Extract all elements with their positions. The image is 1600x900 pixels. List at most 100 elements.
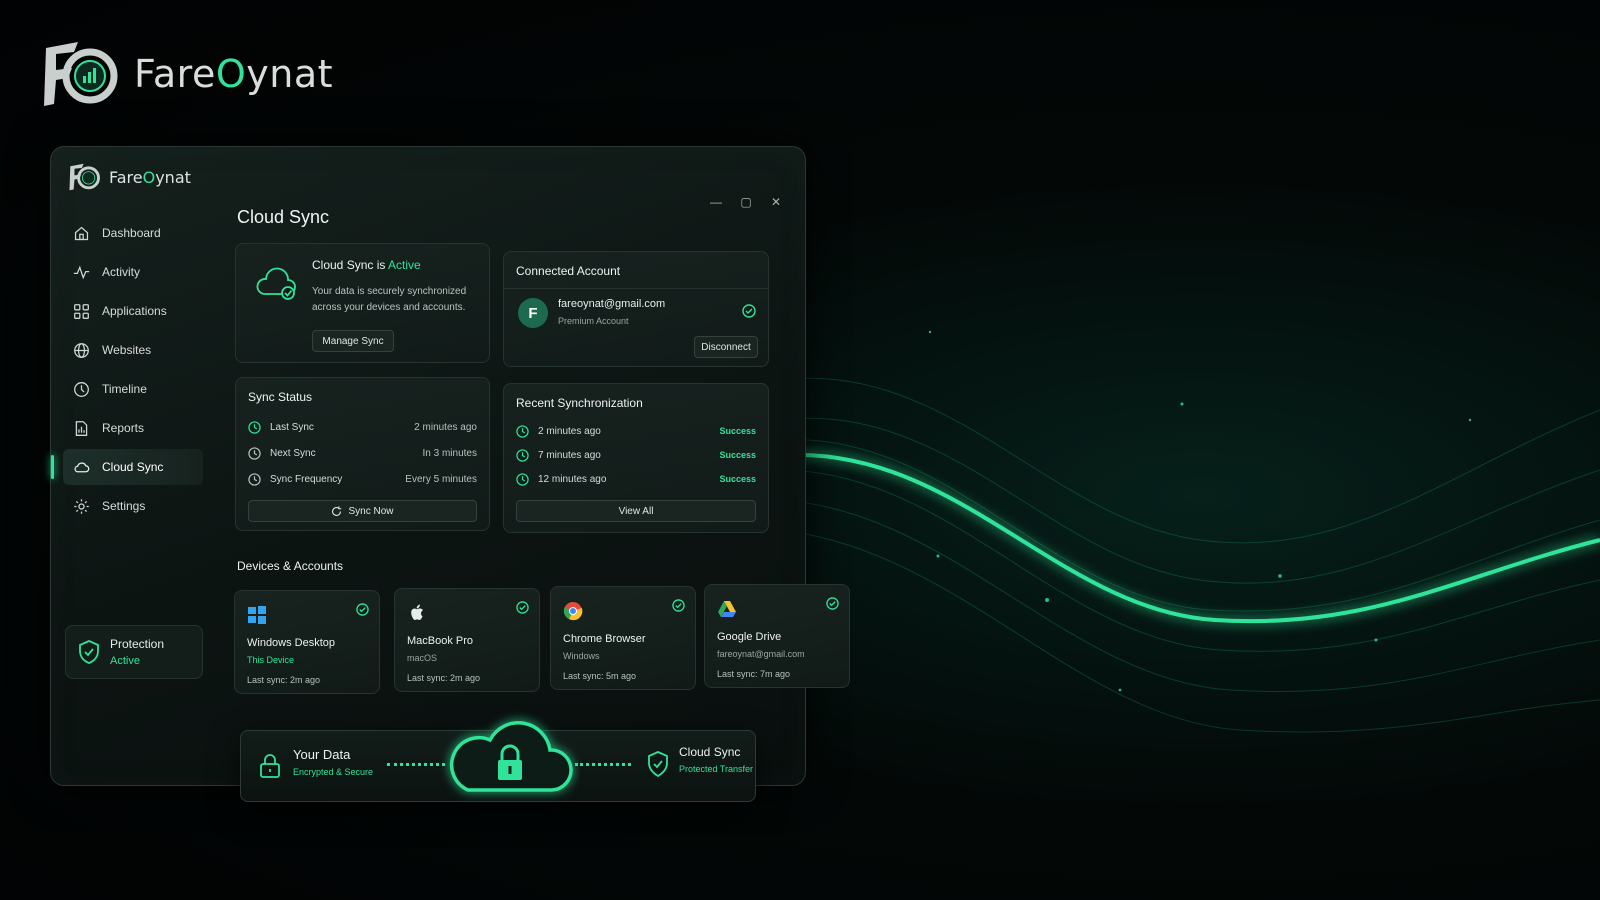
brand-name-large: FareOynat <box>134 52 334 96</box>
avatar: F <box>518 298 548 328</box>
sidebar-item-dashboard[interactable]: Dashboard <box>63 215 203 251</box>
sidebar-item-label: Timeline <box>102 382 147 396</box>
device-card-google-drive[interactable]: Google Drive fareoynat@gmail.com Last sy… <box>704 584 850 688</box>
divider <box>504 288 768 289</box>
sidebar-item-timeline[interactable]: Timeline <box>63 371 203 407</box>
sync-status-card: Sync Status Last Sync 2 minutes ago Next… <box>235 377 490 531</box>
disconnect-button[interactable]: Disconnect <box>694 336 758 358</box>
pulse-icon <box>73 265 90 279</box>
check-circle-icon <box>356 603 369 616</box>
lock-icon <box>260 754 280 778</box>
device-card-windows[interactable]: Windows Desktop This Device Last sync: 2… <box>234 590 380 694</box>
sidebar-item-activity[interactable]: Activity <box>63 254 203 290</box>
device-card-chrome[interactable]: Chrome Browser Windows Last sync: 5m ago <box>550 586 696 690</box>
sidebar-item-label: Applications <box>102 304 167 318</box>
recent-sync-row: 2 minutes ago Success <box>516 422 756 440</box>
clock-icon <box>516 424 529 438</box>
sidebar-item-cloud-sync[interactable]: Cloud Sync <box>51 449 203 485</box>
device-last-sync: Last sync: 7m ago <box>717 669 791 679</box>
banner-right-subtitle: Protected Transfer <box>679 764 754 774</box>
sync-status-row: Last Sync 2 minutes ago <box>248 418 477 436</box>
connected-account-card: Connected Account F fareoynat@gmail.com … <box>503 251 769 367</box>
device-card-macbook[interactable]: MacBook Pro macOS Last sync: 2m ago <box>394 588 540 692</box>
shield-check-icon <box>648 751 668 777</box>
apps-icon <box>74 303 89 319</box>
sidebar-item-label: Settings <box>102 499 146 513</box>
brand-name-small: FareOynat <box>109 167 191 187</box>
protection-status-text: Active <box>110 655 140 667</box>
status-badge: Success <box>719 426 756 436</box>
devices-title: Devices & Accounts <box>237 559 344 573</box>
sync-active-description: Your data is securely synchronized acros… <box>312 286 467 313</box>
cloud-lock-icon <box>449 721 573 792</box>
transfer-dots-left <box>387 763 445 766</box>
reports-icon <box>75 420 88 436</box>
button-label: Sync Now <box>348 505 394 517</box>
row-label: Sync Frequency <box>270 473 343 485</box>
view-all-button[interactable]: View All <box>516 500 756 522</box>
card-title: Connected Account <box>516 264 621 278</box>
globe-icon <box>74 342 89 358</box>
minimize-button[interactable]: — <box>709 195 723 209</box>
sidebar-item-reports[interactable]: Reports <box>63 410 203 446</box>
sidebar-item-label: Reports <box>102 421 145 435</box>
sidebar-item-label: Dashboard <box>102 226 161 240</box>
device-last-sync: Last sync: 5m ago <box>563 671 637 681</box>
check-circle-icon <box>826 597 839 610</box>
banner-left-subtitle: Encrypted & Secure <box>293 767 374 777</box>
device-subtitle: macOS <box>407 653 438 663</box>
cloud-check-icon <box>256 267 296 300</box>
device-name: Chrome Browser <box>563 633 646 645</box>
cloud-icon <box>74 461 90 472</box>
sidebar-item-label: Websites <box>102 343 152 357</box>
apple-icon <box>411 604 423 620</box>
sidebar: FareOynat Dashboard Activity Application… <box>51 147 221 785</box>
chrome-icon <box>563 602 583 621</box>
close-button[interactable]: ✕ <box>769 195 783 209</box>
sync-active-heading: Cloud Sync is Active <box>312 258 421 272</box>
sidebar-item-websites[interactable]: Websites <box>63 332 203 368</box>
brand-logo-large: FareOynat <box>38 38 333 110</box>
clock-icon <box>248 446 261 460</box>
sidebar-nav: Dashboard Activity Applications Websites… <box>51 215 203 527</box>
card-title: Recent Synchronization <box>516 396 643 410</box>
page-title: Cloud Sync <box>237 207 330 227</box>
maximize-button[interactable]: ▢ <box>739 195 753 209</box>
sync-active-card: Cloud Sync is Active Your data is secure… <box>235 243 490 363</box>
home-icon <box>74 226 89 240</box>
account-plan: Premium Account <box>558 316 629 326</box>
manage-sync-button[interactable]: Manage Sync <box>312 330 394 352</box>
sync-status-row: Sync Frequency Every 5 minutes <box>248 470 477 488</box>
device-subtitle: This Device <box>247 655 295 665</box>
recent-sync-card: Recent Synchronization 2 minutes ago Suc… <box>503 383 769 533</box>
timeline-icon <box>74 381 89 397</box>
device-name: Windows Desktop <box>247 637 336 649</box>
sidebar-item-settings[interactable]: Settings <box>63 488 203 524</box>
status-badge: Success <box>719 450 756 460</box>
sidebar-item-label: Activity <box>102 265 141 279</box>
gear-icon <box>74 498 89 514</box>
windows-icon <box>248 606 266 624</box>
brand-logo-small: FareOynat <box>67 161 191 193</box>
check-circle-icon <box>742 304 756 318</box>
clock-icon <box>516 472 529 486</box>
device-subtitle: fareoynat@gmail.com <box>717 649 805 659</box>
status-badge: Success <box>719 474 756 484</box>
sync-now-button[interactable]: Sync Now <box>248 500 477 522</box>
sync-status-row: Next Sync In 3 minutes <box>248 444 477 462</box>
recent-sync-row: 12 minutes ago Success <box>516 470 756 488</box>
row-time: 7 minutes ago <box>538 449 601 461</box>
sidebar-item-label: Cloud Sync <box>102 460 164 474</box>
row-time: 12 minutes ago <box>538 473 607 485</box>
fareoynat-logo-icon <box>69 163 100 191</box>
protection-title: Protection <box>110 637 165 651</box>
sidebar-item-applications[interactable]: Applications <box>63 293 203 329</box>
clock-icon <box>516 448 529 462</box>
google-drive-icon <box>718 601 736 617</box>
check-circle-icon <box>516 601 529 614</box>
row-time: 2 minutes ago <box>538 425 601 437</box>
row-label: Last Sync <box>270 421 314 433</box>
fareoynat-logo-icon <box>44 42 118 106</box>
protection-status: Protection Active <box>65 625 203 679</box>
refresh-icon <box>332 505 342 516</box>
